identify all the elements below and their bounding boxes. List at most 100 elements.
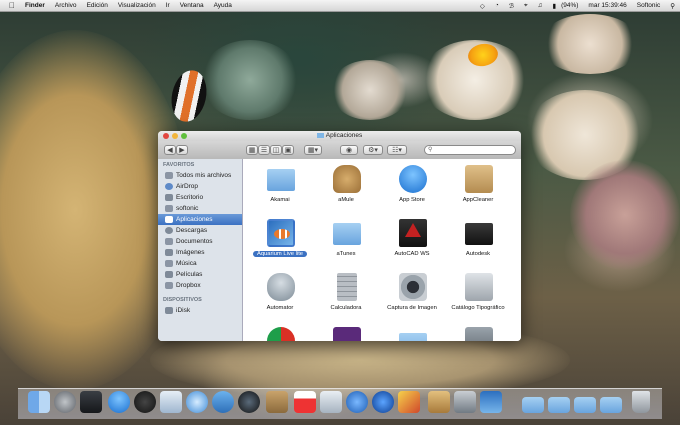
app-store-icon[interactable]	[108, 391, 130, 413]
safari-icon[interactable]	[186, 391, 208, 413]
folder-icon	[399, 333, 427, 341]
app-item-autocad-ws[interactable]: AutoCAD WS	[379, 215, 445, 267]
sidebar-item-musica[interactable]: Música	[158, 258, 242, 269]
dock	[18, 388, 662, 419]
quick-look-eye-icon[interactable]: ◉	[340, 145, 358, 155]
close-button[interactable]	[163, 133, 169, 139]
menu-archivo[interactable]: Archivo	[50, 2, 82, 9]
app-label: App Store	[399, 197, 425, 203]
autodesk-icon	[465, 223, 493, 245]
facetime-icon[interactable]	[212, 391, 234, 413]
launchpad-icon[interactable]	[54, 391, 76, 413]
bluetooth-icon[interactable]: ℬ	[504, 2, 519, 10]
app-item-autodesk[interactable]: Autodesk	[445, 215, 511, 267]
app-item-appcleaner[interactable]: AppCleaner	[445, 161, 511, 213]
icon-view-button[interactable]: ▦	[246, 145, 258, 155]
aquarium-icon[interactable]	[480, 391, 502, 413]
app-item-calculadora[interactable]: Calculadora	[313, 269, 379, 321]
donkey-icon	[333, 165, 361, 193]
dashboard-icon[interactable]	[134, 391, 156, 413]
photobooth-icon[interactable]	[238, 391, 260, 413]
menu-ir[interactable]: Ir	[161, 2, 175, 9]
menubar-user[interactable]: Softonic	[632, 2, 666, 9]
app-item-app-store[interactable]: App Store	[379, 161, 445, 213]
arrange-button[interactable]: ▦▾	[304, 145, 322, 155]
movies-icon	[165, 271, 173, 278]
app-item-akamai[interactable]: Akamai	[247, 161, 313, 213]
sidebar-item-label: Escritorio	[176, 194, 204, 201]
zoom-button[interactable]	[181, 133, 187, 139]
menu-edicion[interactable]: Edición	[82, 2, 113, 9]
app-item-amule[interactable]: aMule	[313, 161, 379, 213]
sidebar-item-documentos[interactable]: Documentos	[158, 236, 242, 247]
sidebar-item-peliculas[interactable]: Películas	[158, 269, 242, 280]
folder-icon	[333, 223, 361, 245]
sidebar-item-idisk[interactable]: iDisk	[158, 305, 242, 316]
menu-bar:  Finder Archivo Edición Visualización I…	[0, 0, 680, 12]
menu-finder[interactable]: Finder	[20, 2, 50, 9]
minimize-button[interactable]	[172, 133, 178, 139]
idisk-icon	[165, 307, 173, 314]
itunes-icon[interactable]	[320, 391, 342, 413]
sidebar-item-todos-mis-archivos[interactable]: Todos mis archivos	[158, 170, 242, 181]
app-item-captura-de-imagen[interactable]: Captura de Imagen	[379, 269, 445, 321]
coverflow-view-button[interactable]: ▣	[282, 145, 294, 155]
app-item-automator[interactable]: Automator	[247, 269, 313, 321]
app-label: Akamai	[270, 197, 290, 203]
system-preferences-icon[interactable]	[454, 391, 476, 413]
column-view-button[interactable]: ◫	[270, 145, 282, 155]
mission-control-icon[interactable]	[80, 391, 102, 413]
spotlight-icon[interactable]: ⚲	[665, 2, 680, 10]
desktop-wallpaper:  Finder Archivo Edición Visualización I…	[0, 0, 680, 425]
app-item-partial[interactable]	[379, 323, 445, 341]
preview-icon[interactable]	[160, 391, 182, 413]
music-icon	[165, 260, 173, 267]
app-item-partial[interactable]	[445, 323, 511, 341]
spotlight-icon[interactable]	[372, 391, 394, 413]
applications-stack-icon[interactable]	[522, 397, 544, 413]
sidebar-item-descargas[interactable]: Descargas	[158, 225, 242, 236]
sidebar-item-escritorio[interactable]: Escritorio	[158, 192, 242, 203]
sidebar-item-softonic[interactable]: softonic	[158, 203, 242, 214]
window-titlebar[interactable]: Aplicaciones	[158, 131, 521, 141]
wifi-icon[interactable]: ⌖	[519, 2, 533, 10]
menubar-clock[interactable]: mar 15:39:46	[583, 2, 631, 9]
downloads-stack-icon[interactable]	[574, 397, 596, 413]
back-button[interactable]: ◀	[164, 145, 176, 155]
battery-icon[interactable]: ▮	[548, 2, 562, 10]
app-item-catalogo-tipografico[interactable]: Catálogo Tipográfico	[445, 269, 511, 321]
trash-icon[interactable]	[632, 391, 650, 413]
itunes-store-icon[interactable]	[428, 391, 450, 413]
search-field[interactable]: ⚲	[424, 145, 516, 155]
forward-button[interactable]: ▶	[176, 145, 188, 155]
list-view-button[interactable]: ☰	[258, 145, 270, 155]
volume-icon[interactable]: ♫	[533, 2, 548, 9]
app-item-atunes[interactable]: aTunes	[313, 215, 379, 267]
maps-icon[interactable]	[398, 391, 420, 413]
sidebar-item-dropbox[interactable]: Dropbox	[158, 280, 242, 291]
documents-stack-icon[interactable]	[548, 397, 570, 413]
folder-stack-icon[interactable]	[600, 397, 622, 413]
battery-percentage: (94%)	[561, 2, 579, 9]
time-machine-icon[interactable]: ◔	[490, 2, 504, 9]
app-item-partial[interactable]	[247, 323, 313, 341]
sidebar-item-aplicaciones[interactable]: Aplicaciones	[158, 214, 242, 225]
action-gear-icon[interactable]: ⚙▾	[363, 145, 383, 155]
address-book-icon[interactable]	[266, 391, 288, 413]
sidebar-item-airdrop[interactable]: AirDrop	[158, 181, 242, 192]
menu-visualizacion[interactable]: Visualización	[113, 2, 161, 9]
quicktime-icon[interactable]	[346, 391, 368, 413]
menu-ventana[interactable]: Ventana	[175, 2, 209, 9]
share-dropbox-icon[interactable]: ☷▾	[387, 145, 407, 155]
menu-ayuda[interactable]: Ayuda	[209, 2, 237, 9]
sidebar-item-label: softonic	[176, 205, 199, 212]
home-icon	[165, 205, 173, 212]
applications-icon	[165, 216, 173, 223]
sidebar-item-imagenes[interactable]: Imágenes	[158, 247, 242, 258]
finder-icon[interactable]	[28, 391, 50, 413]
app-item-aquarium-live-lite[interactable]: Aquarium Live lite	[247, 215, 313, 267]
app-item-partial[interactable]	[313, 323, 379, 341]
calendar-icon[interactable]	[294, 391, 316, 413]
apple-icon[interactable]: 	[0, 1, 20, 10]
dropbox-status-icon[interactable]: ◇	[475, 2, 490, 10]
